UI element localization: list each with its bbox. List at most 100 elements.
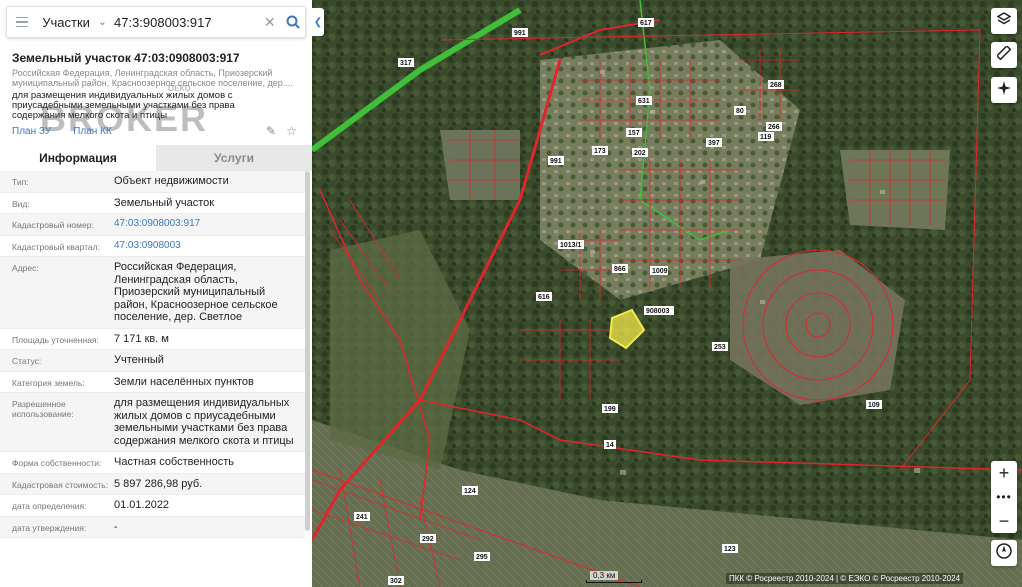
parcel-label: 268 — [770, 82, 782, 89]
parcel-label: 866 — [614, 266, 626, 273]
watermark-logo-small: ОЕКО — [168, 84, 191, 93]
attribute-value: Частная собственность — [114, 456, 235, 468]
parcel-label: 631 — [638, 98, 650, 105]
parcel-label: 80 — [736, 108, 744, 115]
parcel-label: 617 — [640, 20, 652, 27]
parcel-label: 119 — [760, 134, 771, 141]
scale-bar — [586, 580, 642, 583]
parcel-label: 616 — [538, 294, 550, 301]
parcel-label: 292 — [422, 536, 434, 543]
plan-kk-link[interactable]: План КК — [73, 126, 112, 137]
parcel-label: 241 — [356, 514, 368, 521]
parcel-label: 124 — [464, 488, 476, 495]
attribute-key: Кадастровый квартал: — [12, 241, 100, 252]
parcel-label: 123 — [724, 546, 736, 553]
tab-information[interactable]: Информация — [0, 145, 156, 171]
tab-bar: Информация Услуги — [0, 145, 312, 171]
attribute-row: Вид: Земельный участок — [0, 193, 305, 214]
layers-icon — [996, 11, 1012, 31]
object-actions: ✎ ☆ — [266, 124, 297, 138]
attribute-row: Адрес: Российская Федерация, Ленинградск… — [0, 257, 305, 329]
road-label: 317 — [400, 60, 412, 67]
ruler-button[interactable] — [991, 42, 1017, 68]
search-icon[interactable] — [282, 10, 305, 34]
attribute-row: дата утверждения: - — [0, 516, 305, 538]
attribute-key: Вид: — [12, 198, 30, 209]
tab-services[interactable]: Услуги — [156, 145, 312, 171]
attribute-value: для размещения индивидуальных жилых домо… — [114, 397, 294, 447]
close-icon[interactable]: ✕ — [262, 14, 278, 31]
attribute-row: Площадь уточненная: 7 171 кв. м — [0, 329, 305, 350]
attribute-row: дата определения: 01.01.2022 — [0, 495, 305, 517]
attribute-value: 01.01.2022 — [114, 499, 170, 511]
object-region: Российская Федерация, Ленинградская обла… — [12, 68, 293, 88]
compass-icon — [996, 542, 1012, 564]
layers-button[interactable] — [991, 8, 1017, 34]
parcel-label: 173 — [594, 148, 606, 155]
attribute-value: Российская Федерация, Ленинградская обла… — [114, 261, 278, 323]
menu-icon[interactable] — [7, 7, 36, 37]
comment-icon[interactable]: ✎ — [266, 124, 276, 138]
attribute-value: Земельный участок — [114, 196, 215, 209]
zoom-in-button[interactable]: + — [991, 461, 1017, 485]
parcel-label: 109 — [868, 402, 880, 409]
parcel-label: 266 — [768, 124, 780, 131]
attribute-key: Кадастровая стоимость: — [12, 479, 109, 490]
zoom-control: + ••• − — [991, 461, 1017, 533]
cadastral-quarter-link[interactable]: 47:03:0908003 — [114, 240, 300, 253]
attribute-table: Тип: Объект недвижимости Вид: Земельный … — [0, 171, 305, 538]
chevron-down-icon[interactable]: ⌄ — [98, 17, 108, 28]
attribute-row: Статус: Учтенный — [0, 350, 305, 372]
attribute-key: Кадастровый номер: — [12, 220, 94, 230]
parcel-label: 253 — [714, 344, 726, 351]
parcel-label: 1013/1 — [560, 242, 582, 249]
parcel-label: 397 — [708, 140, 720, 147]
attribute-row: Кадастровый квартал: 47:03:0908003 — [0, 236, 305, 257]
attribute-key: Адрес: — [12, 263, 39, 273]
star-icon[interactable]: ☆ — [286, 124, 297, 138]
attribute-row: Категория земель: Земли населённых пункт… — [0, 372, 305, 393]
plan-links: План ЗУ План КК — [12, 126, 112, 137]
attribute-row: Кадастровый номер: 47:03:0908003:917 — [0, 214, 305, 236]
attribute-value: 7 171 кв. м — [114, 332, 169, 345]
plan-zu-link[interactable]: План ЗУ — [12, 126, 51, 137]
crosshair-icon — [997, 80, 1011, 100]
attribute-key: Разрешенное использование: — [12, 399, 74, 419]
ruler-icon — [995, 44, 1012, 65]
parcel-label: 991 — [550, 158, 562, 165]
attribute-key: Форма собственности: — [12, 458, 102, 468]
search-type-select[interactable]: Участки — [42, 15, 90, 30]
info-panel: Участки ⌄ ✕ Земельный участок 47:03:0908… — [0, 0, 312, 587]
attribute-key: Статус: — [12, 356, 42, 366]
attribute-row: Кадастровая стоимость: 5 897 286,98 руб. — [0, 473, 305, 495]
attribute-value: Учтенный — [114, 354, 164, 366]
zoom-out-button[interactable]: − — [991, 509, 1017, 533]
search-input[interactable] — [114, 14, 262, 30]
parcel-label: 295 — [476, 554, 488, 561]
map-copyright: ПКК © Росреестр 2010-2024 | © ЕЭКО © Рос… — [726, 573, 964, 584]
parcel-label: 202 — [634, 150, 646, 157]
attribute-value: - — [114, 520, 118, 533]
panel-scrollbar[interactable] — [305, 171, 310, 531]
attribute-key: Категория земель: — [12, 377, 85, 388]
attribute-key: дата определения: — [12, 501, 87, 511]
cadastral-number-link[interactable]: 47:03:0908003:917 — [114, 218, 300, 231]
zoom-level-indicator: ••• — [996, 490, 1012, 504]
parcel-label: 14 — [606, 442, 614, 449]
parcel-label: 1009 — [652, 268, 668, 275]
compass-button[interactable] — [991, 540, 1017, 566]
attribute-row: Форма собственности: Частная собственнос… — [0, 452, 305, 474]
parcel-label: 302 — [390, 578, 402, 585]
scale-label: 0,3 км — [590, 571, 619, 580]
attribute-row: Тип: Объект недвижимости — [0, 171, 305, 193]
collapse-panel-button[interactable]: ❮ — [312, 8, 324, 36]
parcel-label: 157 — [628, 130, 640, 137]
attribute-row: Разрешенное использование: для размещени… — [0, 393, 305, 452]
parcel-label: 199 — [604, 406, 616, 413]
attribute-value: 5 897 286,98 руб. — [114, 477, 203, 490]
locate-button[interactable] — [991, 77, 1017, 103]
parcel-label: 991 — [514, 30, 526, 37]
attribute-value: Земли населённых пунктов — [114, 375, 254, 388]
attribute-key: Площадь уточненная: — [12, 334, 99, 345]
attribute-value: Объект недвижимости — [114, 175, 229, 187]
